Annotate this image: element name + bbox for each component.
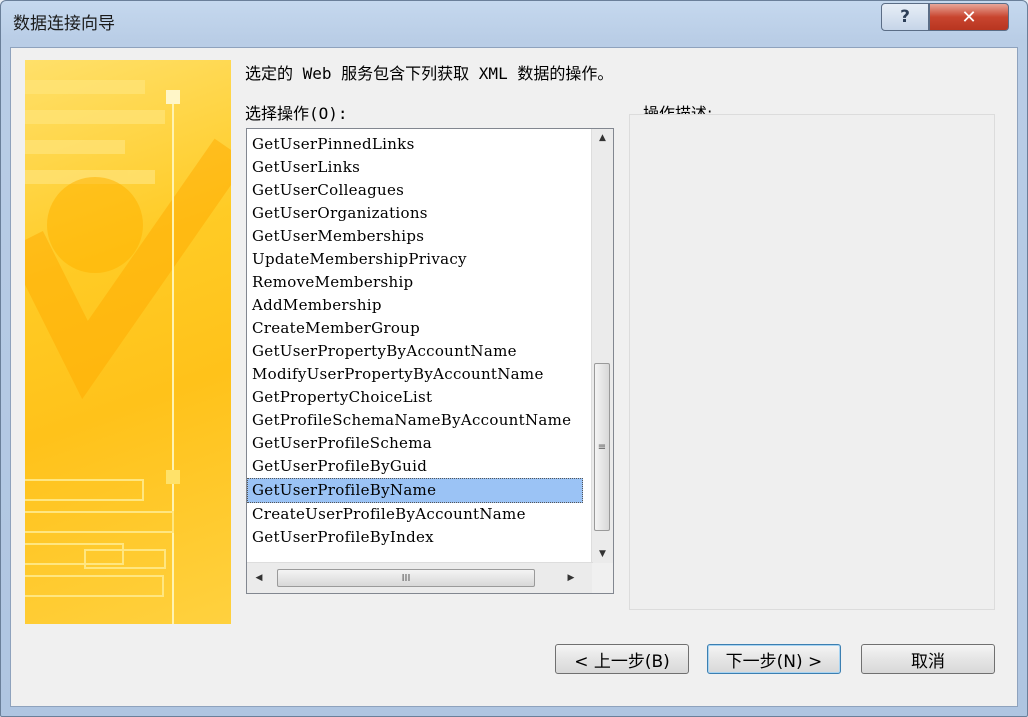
- vertical-scrollbar[interactable]: ▲ ≡ ▼: [591, 129, 613, 563]
- operations-list[interactable]: GetUserPinnedLinks GetUserLinks GetUserCol…: [247, 133, 583, 549]
- banner-artwork: [25, 80, 231, 624]
- scroll-left-arrow-icon[interactable]: ◀: [249, 563, 269, 593]
- list-item[interactable]: GetUserProfileByIndex: [247, 526, 583, 549]
- scrollbar-corner: [592, 563, 613, 593]
- list-item[interactable]: GetUserLinks: [247, 156, 583, 179]
- operations-listbox[interactable]: GetUserPinnedLinks GetUserLinks GetUserCol…: [246, 128, 614, 594]
- list-item[interactable]: GetUserProfileByGuid: [247, 455, 583, 478]
- operations-label: 选择操作(O):: [245, 104, 348, 123]
- list-item[interactable]: RemoveMembership: [247, 271, 583, 294]
- window-title: 数据连接向导: [13, 14, 115, 34]
- help-button[interactable]: ?: [881, 3, 929, 31]
- operation-description-panel: [629, 114, 995, 610]
- list-item[interactable]: UpdateMembershipPrivacy: [247, 248, 583, 271]
- scroll-up-arrow-icon[interactable]: ▲: [592, 129, 613, 147]
- scroll-right-arrow-icon[interactable]: ▶: [561, 563, 581, 593]
- list-item[interactable]: GetProfileSchemaNameByAccountName: [247, 409, 583, 432]
- dialog-body: 选定的 Web 服务包含下列获取 XML 数据的操作。 选择操作(O): 操作描…: [10, 47, 1018, 707]
- list-item[interactable]: CreateUserProfileByAccountName: [247, 503, 583, 526]
- list-item[interactable]: GetUserProfileSchema: [247, 432, 583, 455]
- list-item[interactable]: GetPropertyChoiceList: [247, 386, 583, 409]
- wizard-heading: 选定的 Web 服务包含下列获取 XML 数据的操作。: [245, 64, 614, 83]
- horizontal-scroll-thumb[interactable]: III: [277, 569, 535, 587]
- wizard-banner-image: [25, 60, 231, 624]
- wizard-window: 数据连接向导 ? ✕ 选定的 Web 服务包含下列获取 XML 数据的操作。 选…: [0, 0, 1028, 717]
- list-item[interactable]: GetUserPropertyByAccountName: [247, 340, 583, 363]
- list-item[interactable]: ModifyUserPropertyByAccountName: [247, 363, 583, 386]
- vertical-scroll-thumb[interactable]: ≡: [594, 363, 610, 531]
- cancel-button[interactable]: 取消: [861, 644, 995, 674]
- back-button[interactable]: < 上一步(B): [555, 644, 689, 674]
- list-item[interactable]: GetUserColleagues: [247, 179, 583, 202]
- close-button[interactable]: ✕: [929, 3, 1009, 31]
- next-button[interactable]: 下一步(N) >: [707, 644, 841, 674]
- list-item[interactable]: GetUserPinnedLinks: [247, 133, 583, 156]
- list-item[interactable]: GetUserMemberships: [247, 225, 583, 248]
- list-item[interactable]: AddMembership: [247, 294, 583, 317]
- list-item[interactable]: GetUserOrganizations: [247, 202, 583, 225]
- scroll-down-arrow-icon[interactable]: ▼: [592, 545, 613, 563]
- list-item[interactable]: GetUserProfileByName: [247, 478, 583, 503]
- title-bar[interactable]: 数据连接向导 ? ✕: [1, 1, 1027, 47]
- list-item[interactable]: CreateMemberGroup: [247, 317, 583, 340]
- horizontal-scrollbar[interactable]: ◀ III ▶: [247, 562, 593, 593]
